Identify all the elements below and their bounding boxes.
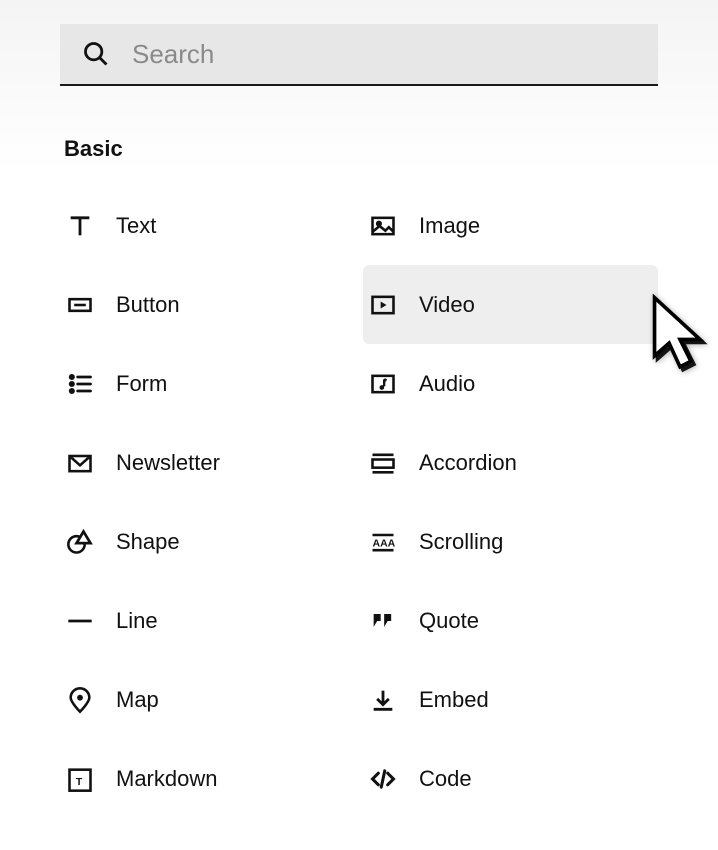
block-label: Shape	[116, 529, 180, 555]
block-scrolling[interactable]: AAA Scrolling	[363, 502, 658, 581]
block-grid: Text Image Button	[60, 186, 658, 818]
block-label: Code	[419, 766, 472, 792]
button-icon	[64, 289, 96, 321]
block-label: Newsletter	[116, 450, 220, 476]
section-title: Basic	[64, 136, 658, 162]
block-label: Map	[116, 687, 159, 713]
embed-icon	[367, 684, 399, 716]
text-icon	[64, 210, 96, 242]
block-newsletter[interactable]: Newsletter	[60, 423, 355, 502]
block-label: Form	[116, 371, 167, 397]
block-button[interactable]: Button	[60, 265, 355, 344]
block-label: Audio	[419, 371, 475, 397]
block-line[interactable]: Line	[60, 581, 355, 660]
block-map[interactable]: Map	[60, 660, 355, 739]
block-video[interactable]: Video	[363, 265, 658, 344]
line-icon	[64, 605, 96, 637]
block-embed[interactable]: Embed	[363, 660, 658, 739]
block-image[interactable]: Image	[363, 186, 658, 265]
block-audio[interactable]: Audio	[363, 344, 658, 423]
accordion-icon	[367, 447, 399, 479]
block-shape[interactable]: Shape	[60, 502, 355, 581]
code-icon	[367, 763, 399, 795]
search-bar[interactable]	[60, 24, 658, 86]
block-label: Embed	[419, 687, 489, 713]
block-label: Accordion	[419, 450, 517, 476]
newsletter-icon	[64, 447, 96, 479]
block-label: Video	[419, 292, 475, 318]
block-label: Scrolling	[419, 529, 503, 555]
block-label: Button	[116, 292, 180, 318]
block-label: Markdown	[116, 766, 217, 792]
search-input[interactable]	[132, 39, 638, 70]
map-icon	[64, 684, 96, 716]
block-picker-panel: Basic Text Image	[0, 0, 718, 818]
video-icon	[367, 289, 399, 321]
image-icon	[367, 210, 399, 242]
block-markdown[interactable]: T Markdown	[60, 739, 355, 818]
search-icon	[80, 38, 112, 70]
svg-text:AAA: AAA	[373, 537, 396, 549]
block-quote[interactable]: Quote	[363, 581, 658, 660]
block-label: Image	[419, 213, 480, 239]
block-text[interactable]: Text	[60, 186, 355, 265]
block-form[interactable]: Form	[60, 344, 355, 423]
block-label: Quote	[419, 608, 479, 634]
block-label: Line	[116, 608, 158, 634]
markdown-icon: T	[64, 763, 96, 795]
shape-icon	[64, 526, 96, 558]
block-code[interactable]: Code	[363, 739, 658, 818]
block-accordion[interactable]: Accordion	[363, 423, 658, 502]
svg-text:T: T	[76, 775, 83, 787]
audio-icon	[367, 368, 399, 400]
quote-icon	[367, 605, 399, 637]
block-label: Text	[116, 213, 156, 239]
form-icon	[64, 368, 96, 400]
scrolling-icon: AAA	[367, 526, 399, 558]
